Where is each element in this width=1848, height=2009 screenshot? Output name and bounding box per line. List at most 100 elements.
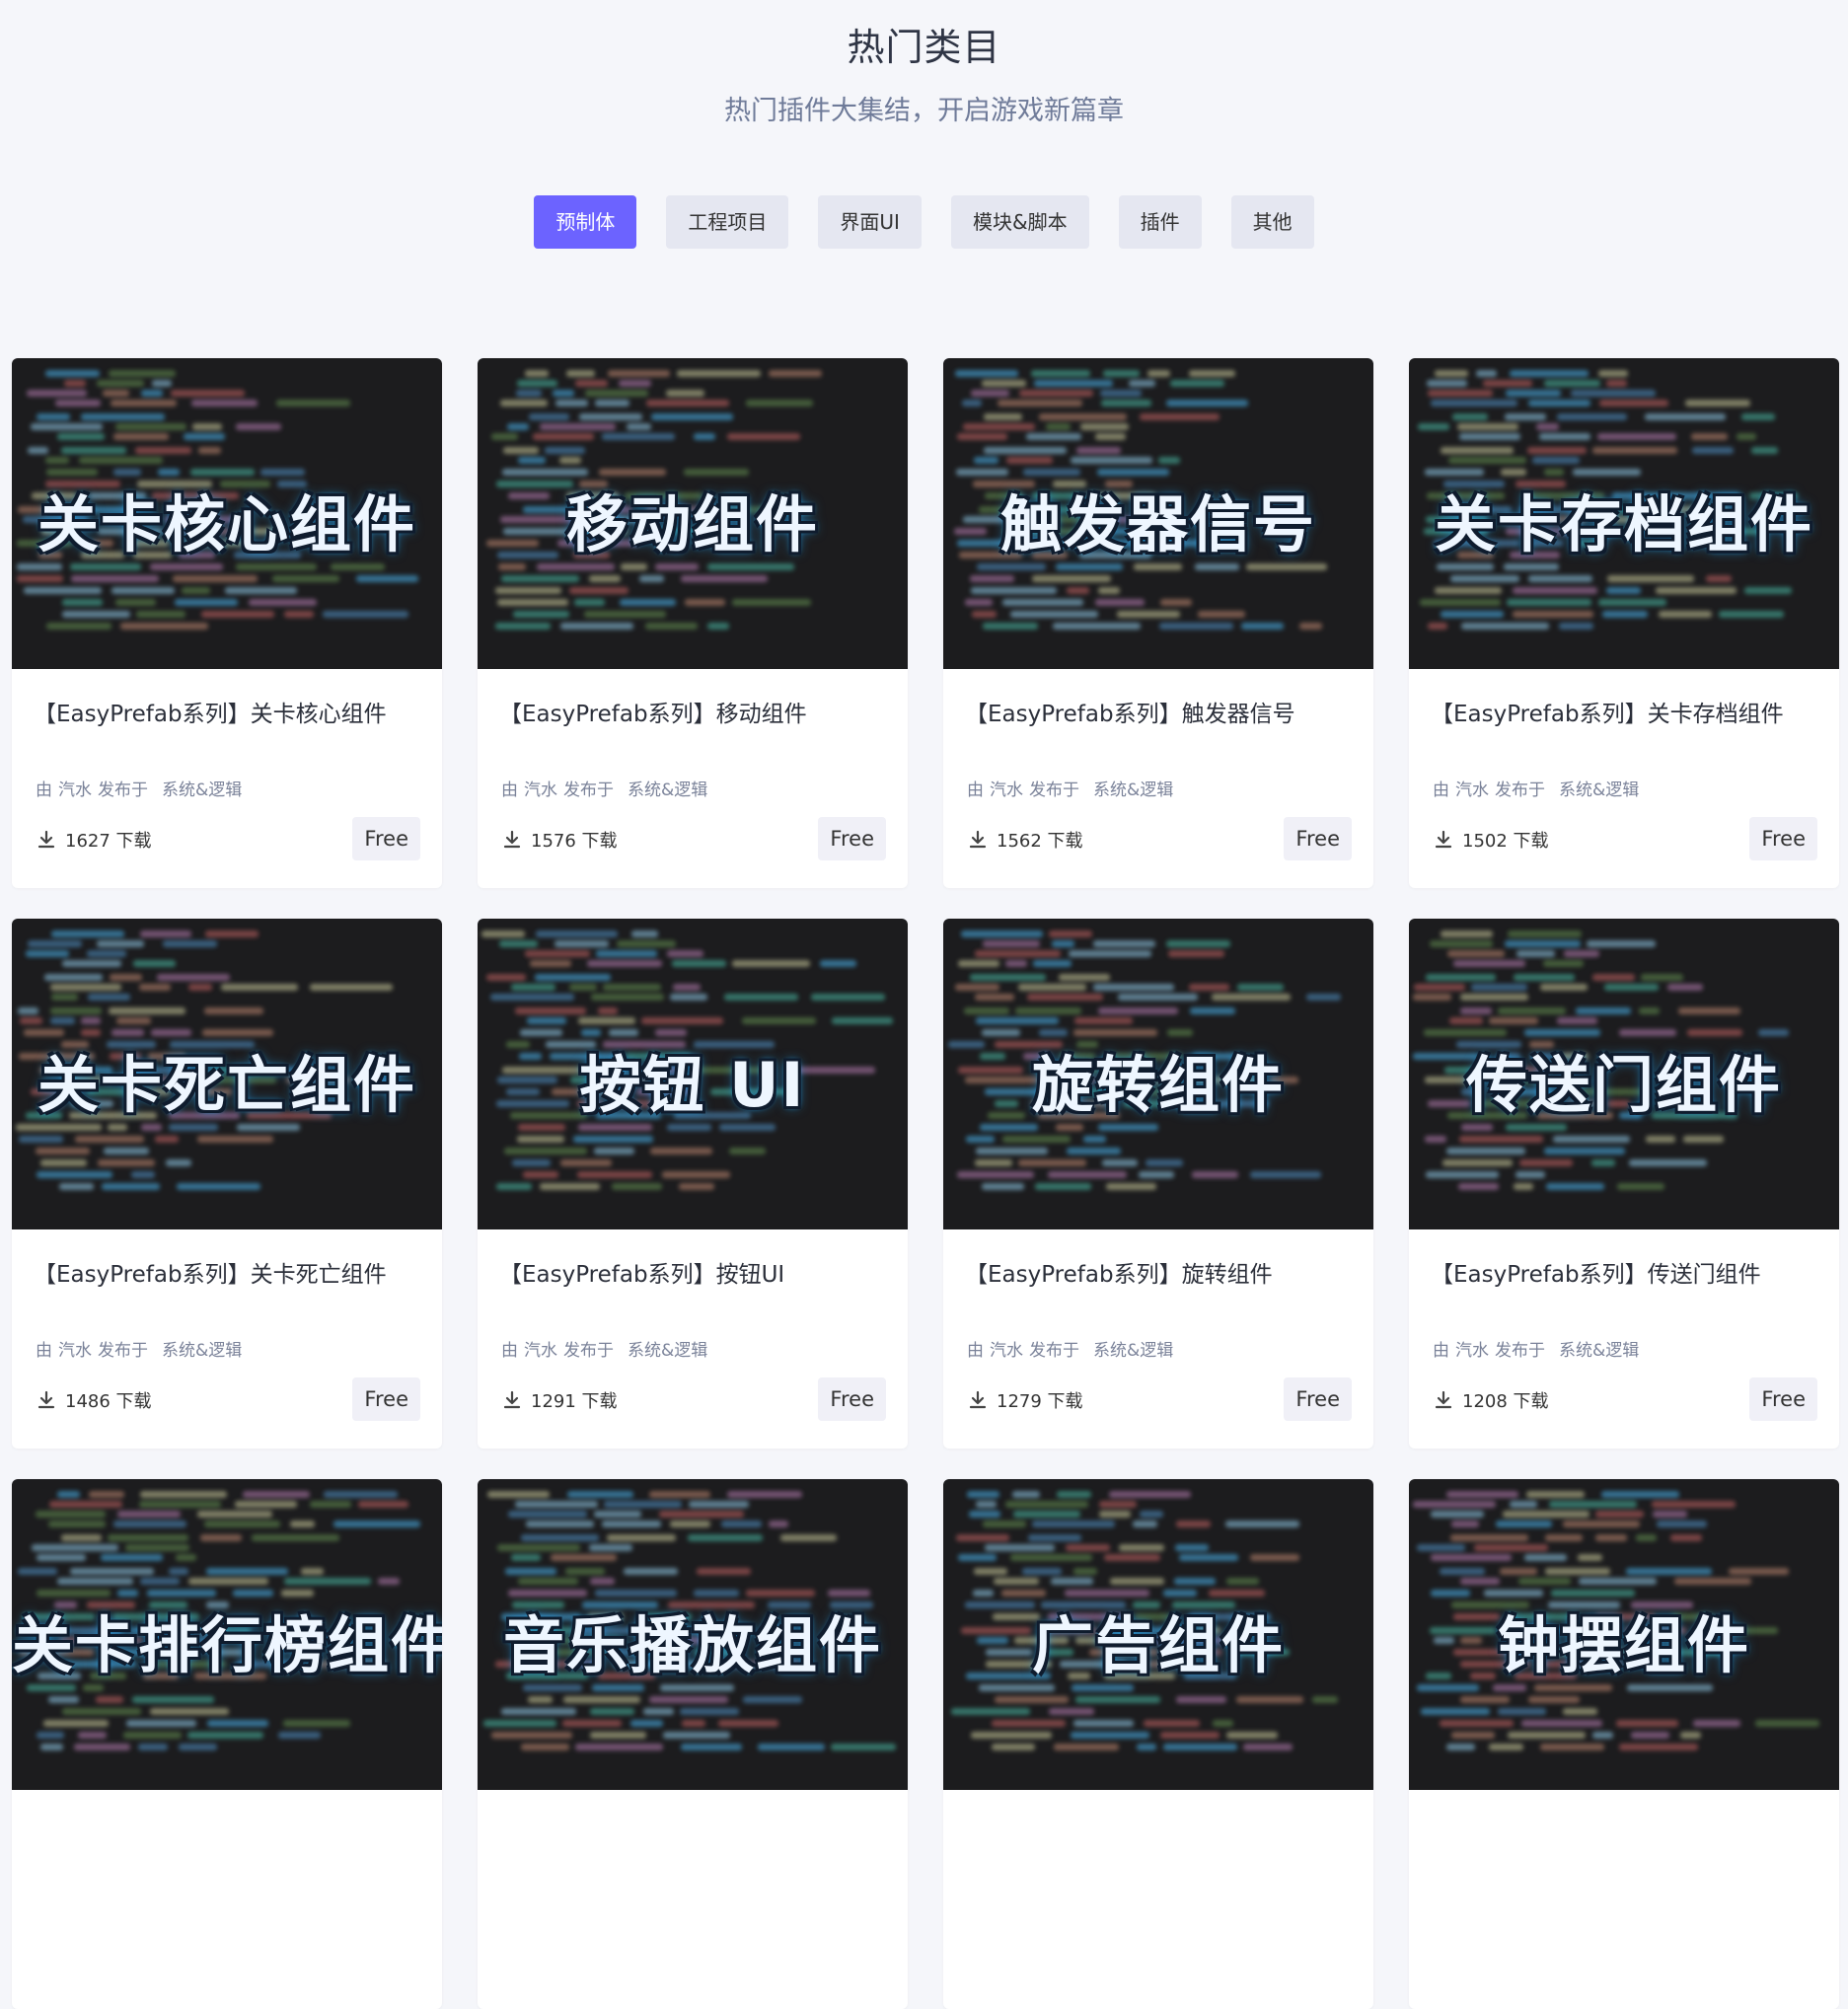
by-label: 由	[967, 781, 984, 800]
product-thumbnail[interactable]: 传送门组件	[1409, 919, 1839, 1229]
category-link[interactable]: 系统&逻辑	[1559, 781, 1639, 800]
by-label: 由	[967, 1341, 984, 1361]
download-count: 1291 下载	[503, 1387, 618, 1413]
product-title[interactable]: 【EasyPrefab系列】移动组件	[499, 695, 807, 728]
category-link[interactable]: 系统&逻辑	[162, 1341, 242, 1361]
tab-other[interactable]: 其他	[1230, 195, 1314, 249]
category-link[interactable]: 系统&逻辑	[1093, 1341, 1173, 1361]
price-badge: Free	[1284, 1377, 1352, 1421]
product-card[interactable]: 按钮 UI 【EasyPrefab系列】按钮UI 由汽水 发布于 系统&逻辑 1291 下…	[478, 919, 908, 1449]
author-name[interactable]: 汽水	[58, 1341, 92, 1361]
category-link[interactable]: 系统&逻辑	[628, 781, 707, 800]
product-thumbnail[interactable]: 移动组件	[478, 358, 908, 669]
category-link[interactable]: 系统&逻辑	[1093, 781, 1173, 800]
product-title[interactable]: 【EasyPrefab系列】关卡死亡组件	[34, 1255, 387, 1289]
product-thumbnail[interactable]: 关卡核心组件	[12, 358, 442, 669]
download-count: 1502 下载	[1435, 827, 1549, 853]
download-count: 1208 下载	[1435, 1387, 1549, 1413]
card-body: 【EasyPrefab系列】按钮UI 由汽水 发布于 系统&逻辑 1291 下载 Free	[478, 1229, 908, 1449]
download-count-text: 1279 下载	[997, 1391, 1083, 1412]
product-card[interactable]: 传送门组件【EasyPrefab系列】传送门组件由汽水 发布于 系统&逻辑 1208 …	[1409, 919, 1839, 1449]
published-label: 发布于	[98, 1341, 148, 1361]
download-count-text: 1208 下载	[1462, 1391, 1549, 1412]
author-name[interactable]: 汽水	[990, 781, 1023, 800]
page-title: 热门类目	[847, 26, 1001, 69]
download-count-text: 1486 下载	[65, 1391, 152, 1412]
published-label: 发布于	[563, 781, 614, 800]
download-count-text: 1291 下载	[531, 1391, 618, 1412]
download-icon	[37, 830, 55, 849]
tab-ui[interactable]: 界面UI	[818, 195, 922, 249]
product-thumbnail[interactable]: 关卡死亡组件	[12, 919, 442, 1229]
product-title[interactable]: 【EasyPrefab系列】关卡核心组件	[34, 695, 387, 728]
author-name[interactable]: 汽水	[524, 781, 557, 800]
product-thumbnail[interactable]: 旋转组件	[943, 919, 1373, 1229]
product-thumbnail[interactable]: 钟摆组件	[1409, 1479, 1839, 1790]
thumbnail-title: 钟摆组件	[1497, 1609, 1750, 1681]
price-badge: Free	[818, 817, 886, 860]
product-thumbnail[interactable]: 关卡存档组件	[1409, 358, 1839, 669]
download-icon	[503, 830, 521, 849]
download-count-text: 1502 下载	[1462, 831, 1549, 852]
download-count: 1486 下载	[37, 1387, 152, 1413]
download-count: 1562 下载	[969, 827, 1083, 853]
product-meta: 由汽水 发布于 系统&逻辑	[501, 1336, 713, 1361]
thumbnail-title: 音乐播放组件	[502, 1609, 882, 1681]
author-name[interactable]: 汽水	[1455, 781, 1489, 800]
card-body: 【EasyPrefab系列】关卡死亡组件由汽水 发布于 系统&逻辑 1486 下载 Fr…	[12, 1229, 442, 1449]
product-card[interactable]: 关卡核心组件【EasyPrefab系列】关卡核心组件由汽水 发布于 系统&逻辑 162…	[12, 358, 442, 888]
product-grid: 关卡核心组件 【EasyPrefab系列】关卡核心组件由汽水 发布于 系统&逻辑 162…	[12, 358, 1839, 2009]
product-thumbnail[interactable]: 按钮 UI	[478, 919, 908, 1229]
product-card[interactable]: 关卡死亡组件【EasyPrefab系列】关卡死亡组件由汽水 发布于 系统&逻辑 148…	[12, 919, 442, 1449]
thumbnail-title: 关卡存档组件	[1434, 488, 1813, 560]
product-title[interactable]: 【EasyPrefab系列】传送门组件	[1431, 1255, 1761, 1289]
product-card[interactable]: 移动组件【EasyPrefab系列】移动组件由汽水 发布于 系统&逻辑 1576 下载…	[478, 358, 908, 888]
download-count-text: 1562 下载	[997, 831, 1083, 852]
category-link[interactable]: 系统&逻辑	[1559, 1341, 1639, 1361]
tab-plugins[interactable]: 插件	[1118, 195, 1202, 249]
download-count: 1576 下载	[503, 827, 618, 853]
by-label: 由	[1433, 781, 1449, 800]
download-count: 1627 下载	[37, 827, 152, 853]
product-title[interactable]: 【EasyPrefab系列】旋转组件	[965, 1255, 1273, 1289]
product-thumbnail[interactable]: 广告组件	[943, 1479, 1373, 1790]
download-icon	[503, 1390, 521, 1409]
author-name[interactable]: 汽水	[1455, 1341, 1489, 1361]
tab-modules-scripts[interactable]: 模块&脚本	[950, 195, 1089, 249]
category-link[interactable]: 系统&逻辑	[628, 1341, 707, 1361]
card-body: 【EasyPrefab系列】移动组件由汽水 发布于 系统&逻辑 1576 下载 Free	[478, 669, 908, 888]
product-thumbnail[interactable]: 关卡排行榜组件	[12, 1479, 442, 1790]
page-subtitle: 热门插件大集结，开启游戏新篇章	[724, 96, 1124, 126]
category-link[interactable]: 系统&逻辑	[162, 781, 242, 800]
product-card[interactable]: 关卡排行榜组件	[12, 1479, 442, 2009]
product-card[interactable]: 旋转组件 【EasyPrefab系列】旋转组件由汽水 发布于 系统&逻辑 1279 下载…	[943, 919, 1373, 1449]
download-count-text: 1627 下载	[65, 831, 152, 852]
download-icon	[1435, 1390, 1452, 1409]
by-label: 由	[501, 781, 518, 800]
product-card[interactable]: 关卡存档组件 【EasyPrefab系列】关卡存档组件由汽水 发布于 系统&逻辑 150…	[1409, 358, 1839, 888]
by-label: 由	[501, 1341, 518, 1361]
product-card[interactable]: 钟摆组件	[1409, 1479, 1839, 2009]
product-meta: 由汽水 发布于 系统&逻辑	[1433, 1336, 1645, 1361]
card-body: 【EasyPrefab系列】旋转组件由汽水 发布于 系统&逻辑 1279 下载 Free	[943, 1229, 1373, 1449]
product-meta: 由汽水 发布于 系统&逻辑	[36, 776, 248, 800]
product-title[interactable]: 【EasyPrefab系列】按钮UI	[499, 1255, 784, 1289]
card-body: 【EasyPrefab系列】关卡核心组件由汽水 发布于 系统&逻辑 1627 下载 Fr…	[12, 669, 442, 888]
tab-prefab[interactable]: 预制体	[534, 195, 637, 249]
price-badge: Free	[1749, 1377, 1817, 1421]
product-title[interactable]: 【EasyPrefab系列】触发器信号	[965, 695, 1295, 728]
product-card[interactable]: 触发器信号【EasyPrefab系列】触发器信号由汽水 发布于 系统&逻辑 1562 …	[943, 358, 1373, 888]
product-title[interactable]: 【EasyPrefab系列】关卡存档组件	[1431, 695, 1784, 728]
product-meta: 由汽水 发布于 系统&逻辑	[967, 776, 1179, 800]
download-count-text: 1576 下载	[531, 831, 618, 852]
author-name[interactable]: 汽水	[58, 781, 92, 800]
product-card[interactable]: 广告组件	[943, 1479, 1373, 2009]
by-label: 由	[36, 1341, 52, 1361]
product-thumbnail[interactable]: 音乐播放组件	[478, 1479, 908, 1790]
author-name[interactable]: 汽水	[990, 1341, 1023, 1361]
thumbnail-title: 传送门组件	[1465, 1049, 1782, 1121]
tab-projects[interactable]: 工程项目	[666, 195, 789, 249]
product-card[interactable]: 音乐播放组件	[478, 1479, 908, 2009]
author-name[interactable]: 汽水	[524, 1341, 557, 1361]
product-thumbnail[interactable]: 触发器信号	[943, 358, 1373, 669]
